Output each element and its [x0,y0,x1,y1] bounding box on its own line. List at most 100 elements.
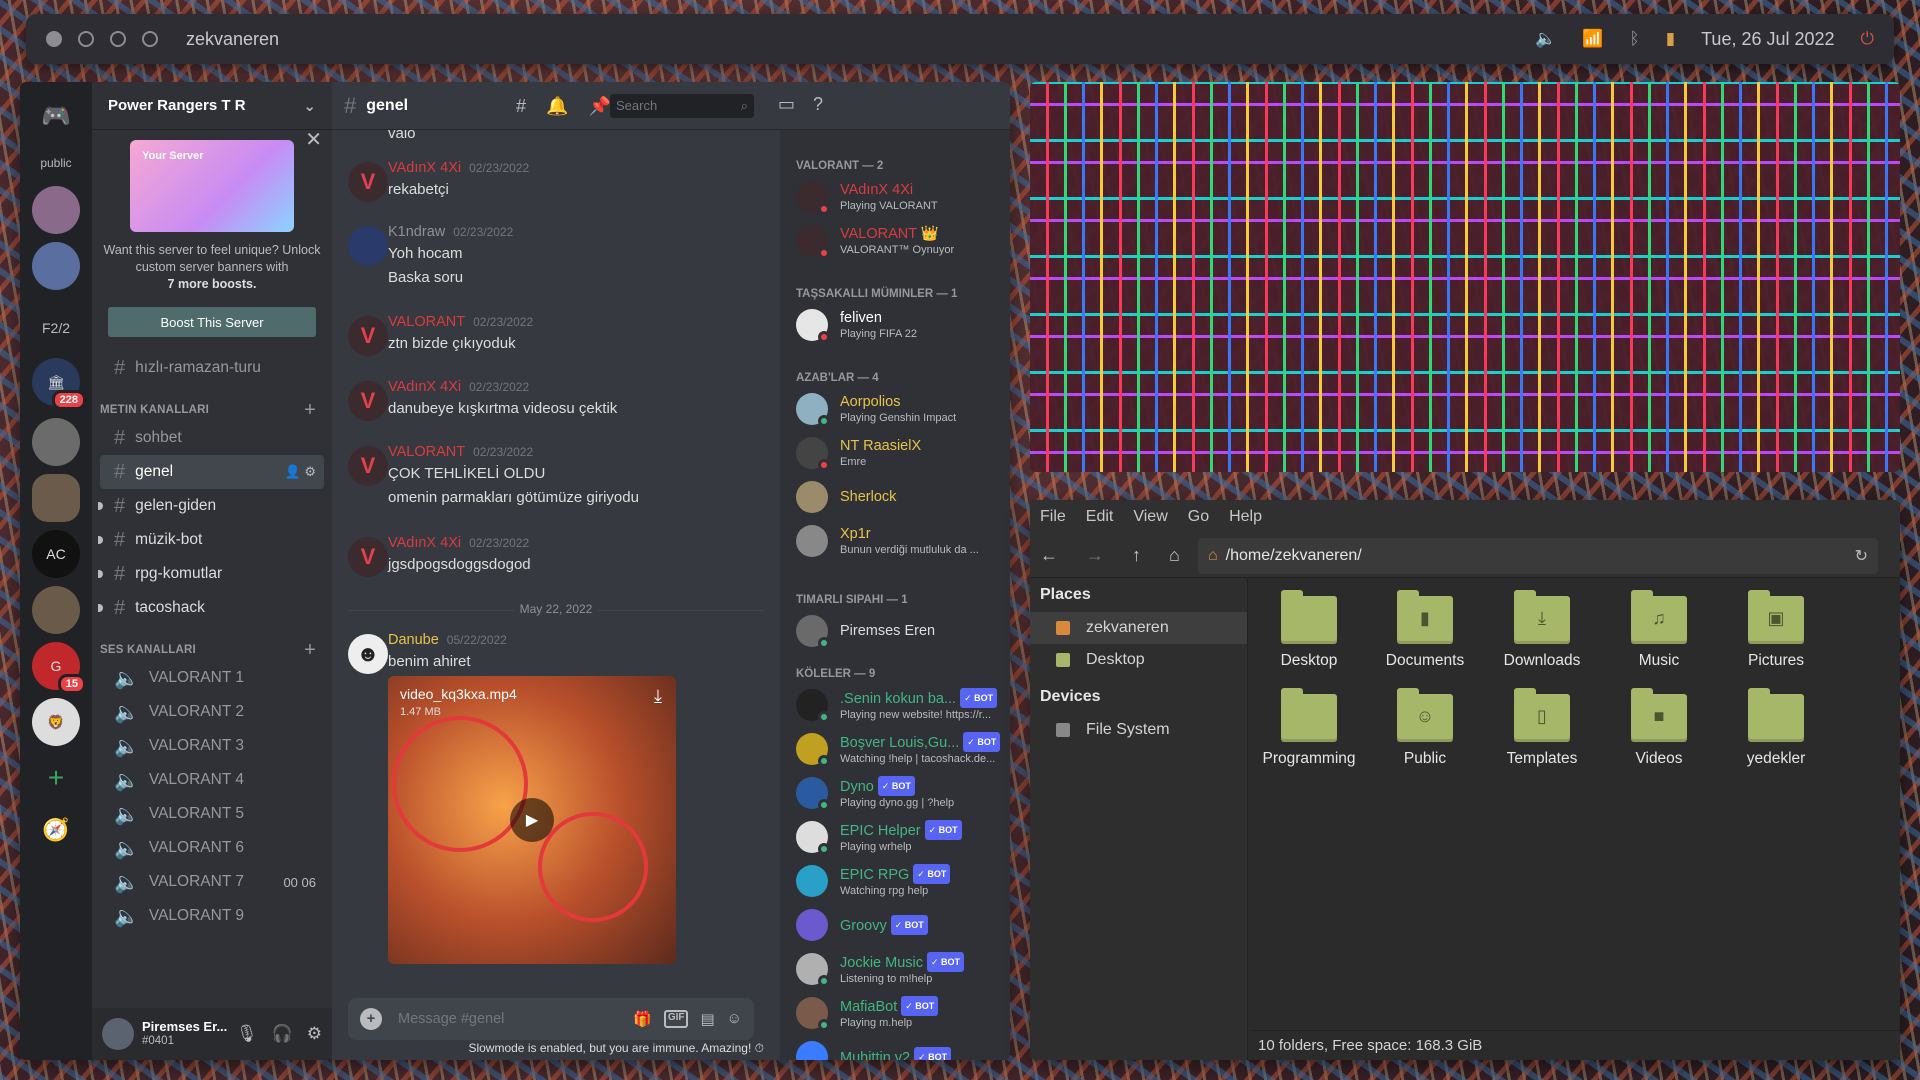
message-author[interactable]: VALORANT [388,314,465,330]
folder-item[interactable]: ⤓ Downloads [1485,590,1599,670]
play-icon[interactable]: ▶ [510,798,554,842]
voice-channel-1[interactable]: 🔈 VALORANT 1 [100,661,324,695]
message-input[interactable]: Message #genel [398,1011,504,1027]
help-icon[interactable]: ? [813,94,823,115]
folder-item[interactable]: ▣ Pictures [1719,590,1833,670]
voice-channel-5[interactable]: 🔈 VALORANT 5 [100,797,324,831]
member-item[interactable]: Dyno ✓ BOT Playing dyno.gg | ?help [788,772,1004,814]
extra-dot[interactable] [142,31,158,47]
member-item[interactable]: Boşver Louis,Gu... ✓ BOT Watching !help | … [788,728,1004,770]
menu-edit[interactable]: Edit [1086,508,1114,526]
battery-icon[interactable]: ▮ [1666,29,1675,49]
voice-channel-4[interactable]: 🔈 VALORANT 4 [100,763,324,797]
add-server-icon[interactable]: + [32,754,80,802]
menu-view[interactable]: View [1133,508,1167,526]
member-item[interactable]: EPIC Helper ✓ BOT Playing wrhelp [788,816,1004,858]
member-item[interactable]: VAdınX 4Xi Playing VALORANT [788,176,1004,218]
server-icon-paintball[interactable] [32,186,80,234]
power-icon[interactable]: ⏻ [1861,29,1874,49]
server-icon-lion[interactable]: 🦁 [32,698,80,746]
voice-channel-2[interactable]: 🔈 VALORANT 2 [100,695,324,729]
server-icon-portrait[interactable] [32,586,80,634]
place-desktop[interactable]: Desktop [1030,644,1247,676]
member-item[interactable]: feliven Playing FIFA 22 [788,304,1004,346]
threads-icon[interactable]: # [516,96,526,117]
search-input[interactable]: Search ⌕ [610,94,754,118]
message-author[interactable]: VAdınX 4Xi [388,535,461,551]
channel-settings-icons[interactable]: 👤 ⚙ [285,464,316,480]
minimize-dot[interactable] [78,31,94,47]
server-header[interactable]: Power Rangers T R ⌄ [92,82,332,130]
server-icon-ac[interactable]: AC [32,530,80,578]
place-home[interactable]: zekvaneren [1030,612,1247,644]
add-channel-icon[interactable]: + [304,399,316,422]
message-author[interactable]: VAdınX 4Xi [388,379,461,395]
explore-servers-icon[interactable]: 🧭 [32,806,80,854]
server-icon-10d[interactable] [32,418,80,466]
avatar[interactable] [102,1018,134,1050]
avatar[interactable]: V [348,381,388,421]
menu-file[interactable]: File [1040,508,1066,526]
voice-channel-9[interactable]: 🔈 VALORANT 9 [100,899,324,933]
channel-hizli[interactable]: # hızlı-ramazan-turu [100,351,324,385]
voice-channel-7[interactable]: 🔈 VALORANT 7 00 06 [100,865,324,899]
sticker-icon[interactable]: ▤ [700,1010,714,1028]
discord-home-icon[interactable]: 🎮 [32,92,80,140]
menu-go[interactable]: Go [1188,508,1209,526]
server-icon-g[interactable]: G 15 [32,642,86,694]
location-bar[interactable]: ⌂ /home/zekvaneren/ ↻ [1198,538,1878,574]
volume-icon[interactable]: 🔈 [1535,29,1556,49]
avatar[interactable]: V [348,162,388,202]
wifi-icon[interactable]: 📶 [1582,29,1603,49]
folder-item[interactable]: ▮ Documents [1368,590,1482,670]
message-author[interactable]: K1ndraw [388,224,445,240]
avatar[interactable]: V [348,446,388,486]
gif-icon[interactable]: GIF [663,1010,689,1028]
member-item[interactable]: Xp1r Bunun verdiği mutluluk da ... [788,520,1004,562]
emoji-icon[interactable]: ☺ [727,1010,742,1028]
up-arrow-icon[interactable]: ↑ [1132,545,1141,566]
member-item[interactable]: Groovy ✓ BOT [788,904,1004,946]
member-item[interactable]: Muhittin v2 ✓ BOT [788,1036,1004,1060]
inbox-icon[interactable]: ▭ [778,94,795,115]
server-icon-building[interactable]: 🏛 228 [32,358,86,410]
member-item[interactable]: NT RaasielX Emre [788,432,1004,474]
member-item[interactable]: Piremses Eren [788,610,1004,652]
device-filesystem[interactable]: File System [1030,714,1247,746]
pin-icon[interactable]: 📌 [588,96,610,117]
headphones-icon[interactable]: 🎧 [272,1024,293,1044]
maximize-dot[interactable] [110,31,126,47]
message-author[interactable]: VALORANT [388,444,465,460]
gift-icon[interactable]: 🎁 [633,1010,652,1028]
folder-item[interactable]: ■ Videos [1602,688,1716,768]
channel-muzik-bot[interactable]: # müzik-bot [98,523,324,557]
gear-icon[interactable]: ⚙ [307,1024,322,1044]
channel-genel[interactable]: # genel 👤 ⚙ [100,455,324,489]
add-channel-icon[interactable]: + [304,639,316,662]
close-dot[interactable] [46,31,62,47]
message-author[interactable]: VAdınX 4Xi [388,160,461,176]
member-item[interactable]: EPIC RPG ✓ BOT Watching rpg help [788,860,1004,902]
boost-server-button[interactable]: Boost This Server [108,307,316,337]
channel-rpg-komutlar[interactable]: # rpg-komutlar [98,557,324,591]
server-icon-computer[interactable] [32,242,80,290]
member-item[interactable]: Aorpolios Playing Genshin Impact [788,388,1004,430]
voice-channel-6[interactable]: 🔈 VALORANT 6 [100,831,324,865]
close-icon[interactable]: ✕ [305,130,322,150]
clock[interactable]: Tue, 26 Jul 2022 [1701,29,1834,50]
home-icon[interactable]: ⌂ [1169,545,1180,566]
forward-arrow-icon[interactable]: → [1086,545,1104,566]
server-icon-power-rangers[interactable] [32,474,80,522]
folder-item[interactable]: ▯ Templates [1485,688,1599,768]
refresh-icon[interactable]: ↻ [1855,546,1868,566]
avatar[interactable]: V [348,316,388,356]
member-item[interactable]: MafiaBot ✓ BOT Playing m.help [788,992,1004,1034]
back-arrow-icon[interactable]: ← [1040,545,1058,566]
folder-item[interactable]: ♫ Music [1602,590,1716,670]
voice-channel-3[interactable]: 🔈 VALORANT 3 [100,729,324,763]
member-item[interactable]: Jockie Music ✓ BOT Listening to m!help [788,948,1004,990]
avatar[interactable]: ☻ [348,634,388,674]
folder-item[interactable]: Programming [1252,688,1366,768]
message-author[interactable]: Danube [388,632,439,648]
channel-sohbet[interactable]: # sohbet [100,421,324,455]
